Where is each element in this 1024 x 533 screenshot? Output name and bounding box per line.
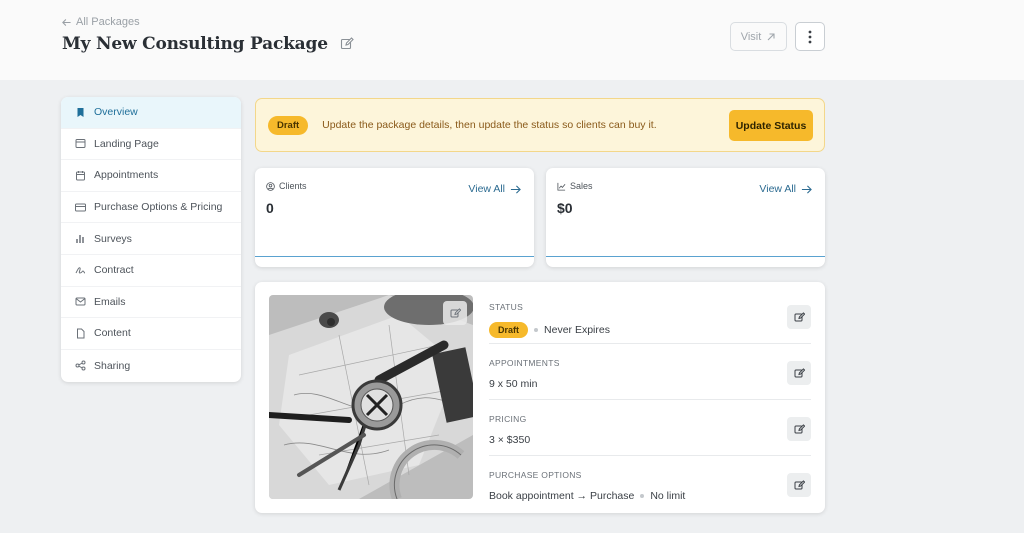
external-arrow-icon <box>767 32 775 40</box>
clients-count: 0 <box>266 200 274 216</box>
sidebar-item-label: Appointments <box>94 169 159 182</box>
package-cover-image <box>269 295 473 499</box>
kebab-menu-icon <box>808 30 812 43</box>
pricing-label: Pricing <box>489 414 527 424</box>
arrow-left-icon <box>62 18 71 26</box>
share-icon <box>75 360 86 371</box>
view-all-label: View All <box>759 183 796 195</box>
update-status-button[interactable]: Update Status <box>729 110 813 141</box>
pencil-square-icon <box>794 367 805 377</box>
sidebar-item-content[interactable]: Content <box>61 318 241 350</box>
pricing-row: Pricing 3 × $350 <box>489 400 811 456</box>
sidebar-item-label: Content <box>94 327 131 340</box>
envelope-icon <box>75 297 86 306</box>
sales-card: Sales $0 View All <box>546 168 825 267</box>
clients-card: Clients 0 View All <box>255 168 534 267</box>
status-badge: Draft <box>489 322 529 338</box>
purchase-limit-value: No limit <box>650 490 686 502</box>
sidebar-item-surveys[interactable]: Surveys <box>61 223 241 255</box>
banner-message: Update the package details, then update … <box>322 119 657 131</box>
sidebar-item-contract[interactable]: Contract <box>61 255 241 287</box>
arrow-right-icon <box>510 184 521 194</box>
user-circle-icon <box>266 181 275 191</box>
purchase-flow-value: Book appointment → Purchase <box>489 490 635 502</box>
line-chart-icon <box>557 182 566 191</box>
browser-icon <box>75 139 86 149</box>
calendar-icon <box>76 170 85 181</box>
appointments-value: 9 x 50 min <box>489 378 538 390</box>
visit-button-label: Visit <box>740 30 762 43</box>
purchase-options-row: Purchase Options Book appointment → Purc… <box>489 456 811 512</box>
file-icon <box>77 328 85 339</box>
sidebar-item-label: Surveys <box>94 232 132 245</box>
sidebar-item-landing-page[interactable]: Landing Page <box>61 129 241 161</box>
edit-pricing-button[interactable] <box>787 417 811 441</box>
sales-label: Sales <box>570 181 593 191</box>
separator-dot <box>534 328 539 332</box>
sidebar-item-label: Overview <box>94 106 138 119</box>
credit-card-icon <box>75 203 86 212</box>
sidebar-item-label: Sharing <box>94 359 131 372</box>
appointments-row: Appointments 9 x 50 min <box>489 344 811 400</box>
separator-dot <box>640 494 645 498</box>
edit-image-button[interactable] <box>443 301 467 325</box>
edit-purchase-options-button[interactable] <box>787 473 811 497</box>
back-link[interactable]: All Packages <box>61 16 140 28</box>
arrow-right-icon <box>801 184 812 194</box>
pencil-square-icon <box>794 311 805 321</box>
sidebar-item-label: Emails <box>94 295 126 308</box>
sidebar-item-overview[interactable]: Overview <box>61 97 241 129</box>
status-row: Status Draft Never Expires <box>489 288 811 344</box>
edit-title-icon[interactable] <box>340 37 354 51</box>
clients-label: Clients <box>279 181 307 191</box>
sidebar-item-emails[interactable]: Emails <box>61 287 241 319</box>
status-label: Status <box>489 302 524 312</box>
back-link-label: All Packages <box>76 16 140 28</box>
page-header: All Packages My New Consulting Package V… <box>0 0 1024 80</box>
signature-icon <box>75 267 86 274</box>
edit-appointments-button[interactable] <box>787 361 811 385</box>
pencil-square-icon <box>450 307 461 317</box>
draft-banner: Draft Update the package details, then u… <box>255 98 825 152</box>
sales-sparkline <box>546 255 825 257</box>
pencil-square-icon <box>794 423 805 433</box>
page-title: My New Consulting Package <box>62 34 328 54</box>
clients-view-all-link[interactable]: View All <box>468 183 521 195</box>
more-options-button[interactable] <box>795 22 825 51</box>
edit-status-button[interactable] <box>787 305 811 329</box>
sales-view-all-link[interactable]: View All <box>759 183 812 195</box>
bookmark-icon <box>77 107 84 117</box>
visit-button[interactable]: Visit <box>730 22 787 51</box>
sales-total: $0 <box>557 200 573 216</box>
appointments-label: Appointments <box>489 358 560 368</box>
map-compass-photo <box>269 295 473 499</box>
draft-badge: Draft <box>268 115 309 135</box>
clients-sparkline <box>255 255 534 257</box>
package-details-card: Status Draft Never Expires Appointments … <box>255 282 825 513</box>
sidebar-item-label: Purchase Options & Pricing <box>94 201 223 214</box>
pricing-value: 3 × $350 <box>489 434 531 446</box>
view-all-label: View All <box>468 183 505 195</box>
bar-chart-icon <box>76 235 84 244</box>
expiry-value: Never Expires <box>544 324 610 336</box>
sidebar-item-sharing[interactable]: Sharing <box>61 350 241 382</box>
sidebar-nav: Overview Landing Page Appointments Purch… <box>61 97 241 382</box>
sidebar-item-label: Contract <box>94 264 134 277</box>
sidebar-item-purchase-options[interactable]: Purchase Options & Pricing <box>61 192 241 224</box>
sidebar-item-appointments[interactable]: Appointments <box>61 160 241 192</box>
purchase-options-label: Purchase Options <box>489 470 582 480</box>
sidebar-item-label: Landing Page <box>94 137 159 150</box>
pencil-square-icon <box>794 479 805 489</box>
